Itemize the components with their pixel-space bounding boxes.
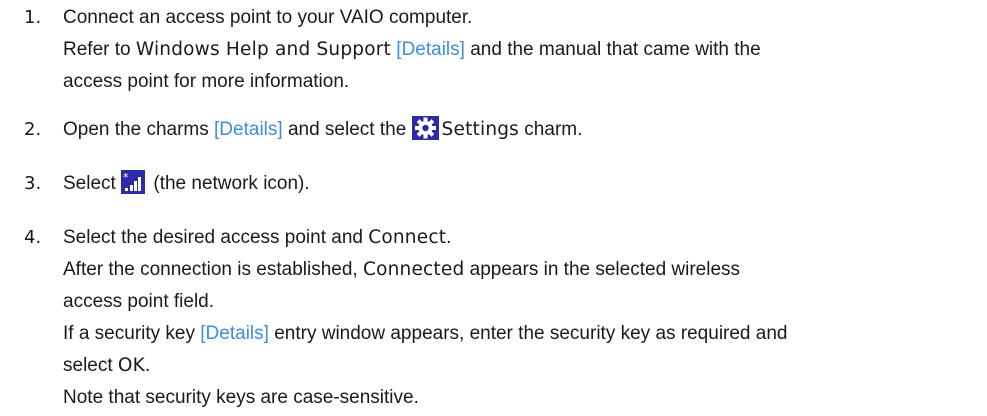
step-2-text: charm. — [519, 119, 583, 140]
step-2-line-1: Open the charms [Details] and select the… — [63, 114, 582, 146]
step-4-line-2: After the connection is established, Con… — [63, 254, 740, 286]
step-4-text: select — [63, 355, 118, 376]
svg-text:*: * — [123, 171, 129, 184]
gear-icon — [411, 116, 439, 140]
network-signal-icon: * — [121, 170, 146, 194]
connect-label: Connect — [368, 227, 447, 248]
step-1-text: Connect an access point to your VAIO com… — [63, 7, 473, 28]
step-1-text: and the manual that came with the — [464, 39, 761, 60]
step-4-text: . — [145, 355, 151, 376]
details-link[interactable]: [Details] — [200, 323, 269, 344]
step-3-text: (the network icon). — [148, 173, 310, 194]
step-4-line-1: Select the desired access point and Conn… — [63, 222, 451, 254]
step-4-text: After the connection is established, — [63, 259, 363, 280]
step-4-line-3: access point field. — [63, 286, 214, 318]
step-4-text: appears in the selected wireless — [464, 259, 741, 280]
step-1-line-3: access point for more information. — [63, 66, 349, 98]
step-2-text: Open the charms — [63, 119, 215, 140]
settings-label: Settings — [441, 119, 520, 140]
step-number: 1. — [24, 7, 42, 28]
step-4-line-5: select OK. — [63, 350, 150, 382]
step-4-line-6: Note that security keys are case-sensiti… — [63, 382, 419, 414]
step-4-text: . — [446, 227, 452, 248]
step-4-line-4: If a security key [Details] entry window… — [63, 318, 787, 350]
windows-help-label: Windows Help and Support — [135, 39, 392, 60]
details-link[interactable]: [Details] — [396, 39, 465, 60]
ok-label: OK — [117, 355, 146, 376]
step-3-line-1: Select * (the network icon). — [63, 168, 310, 200]
step-4-text: entry window appears, enter the security… — [268, 323, 788, 344]
details-link[interactable]: [Details] — [214, 119, 283, 140]
steps-list: 1. Connect an access point to your VAIO … — [0, 0, 987, 416]
step-1-line-2: Refer to Windows Help and Support [Detai… — [63, 34, 761, 66]
step-4-text: Select the desired access point and — [63, 227, 369, 248]
connected-label: Connected — [362, 259, 465, 280]
step-number: 2. — [24, 119, 42, 140]
step-4-text: access point field. — [63, 291, 215, 312]
step-4-text: If a security key — [63, 323, 201, 344]
step-4-text: Note that security keys are case-sensiti… — [63, 387, 419, 408]
step-number: 3. — [24, 173, 42, 194]
step-1-text: Refer to — [63, 39, 136, 60]
step-1-text: access point for more information. — [63, 71, 350, 92]
step-1-line-1: Connect an access point to your VAIO com… — [63, 2, 472, 34]
step-number: 4. — [24, 227, 42, 248]
step-3-text: Select — [63, 173, 122, 194]
step-2-text: and select the — [282, 119, 412, 140]
